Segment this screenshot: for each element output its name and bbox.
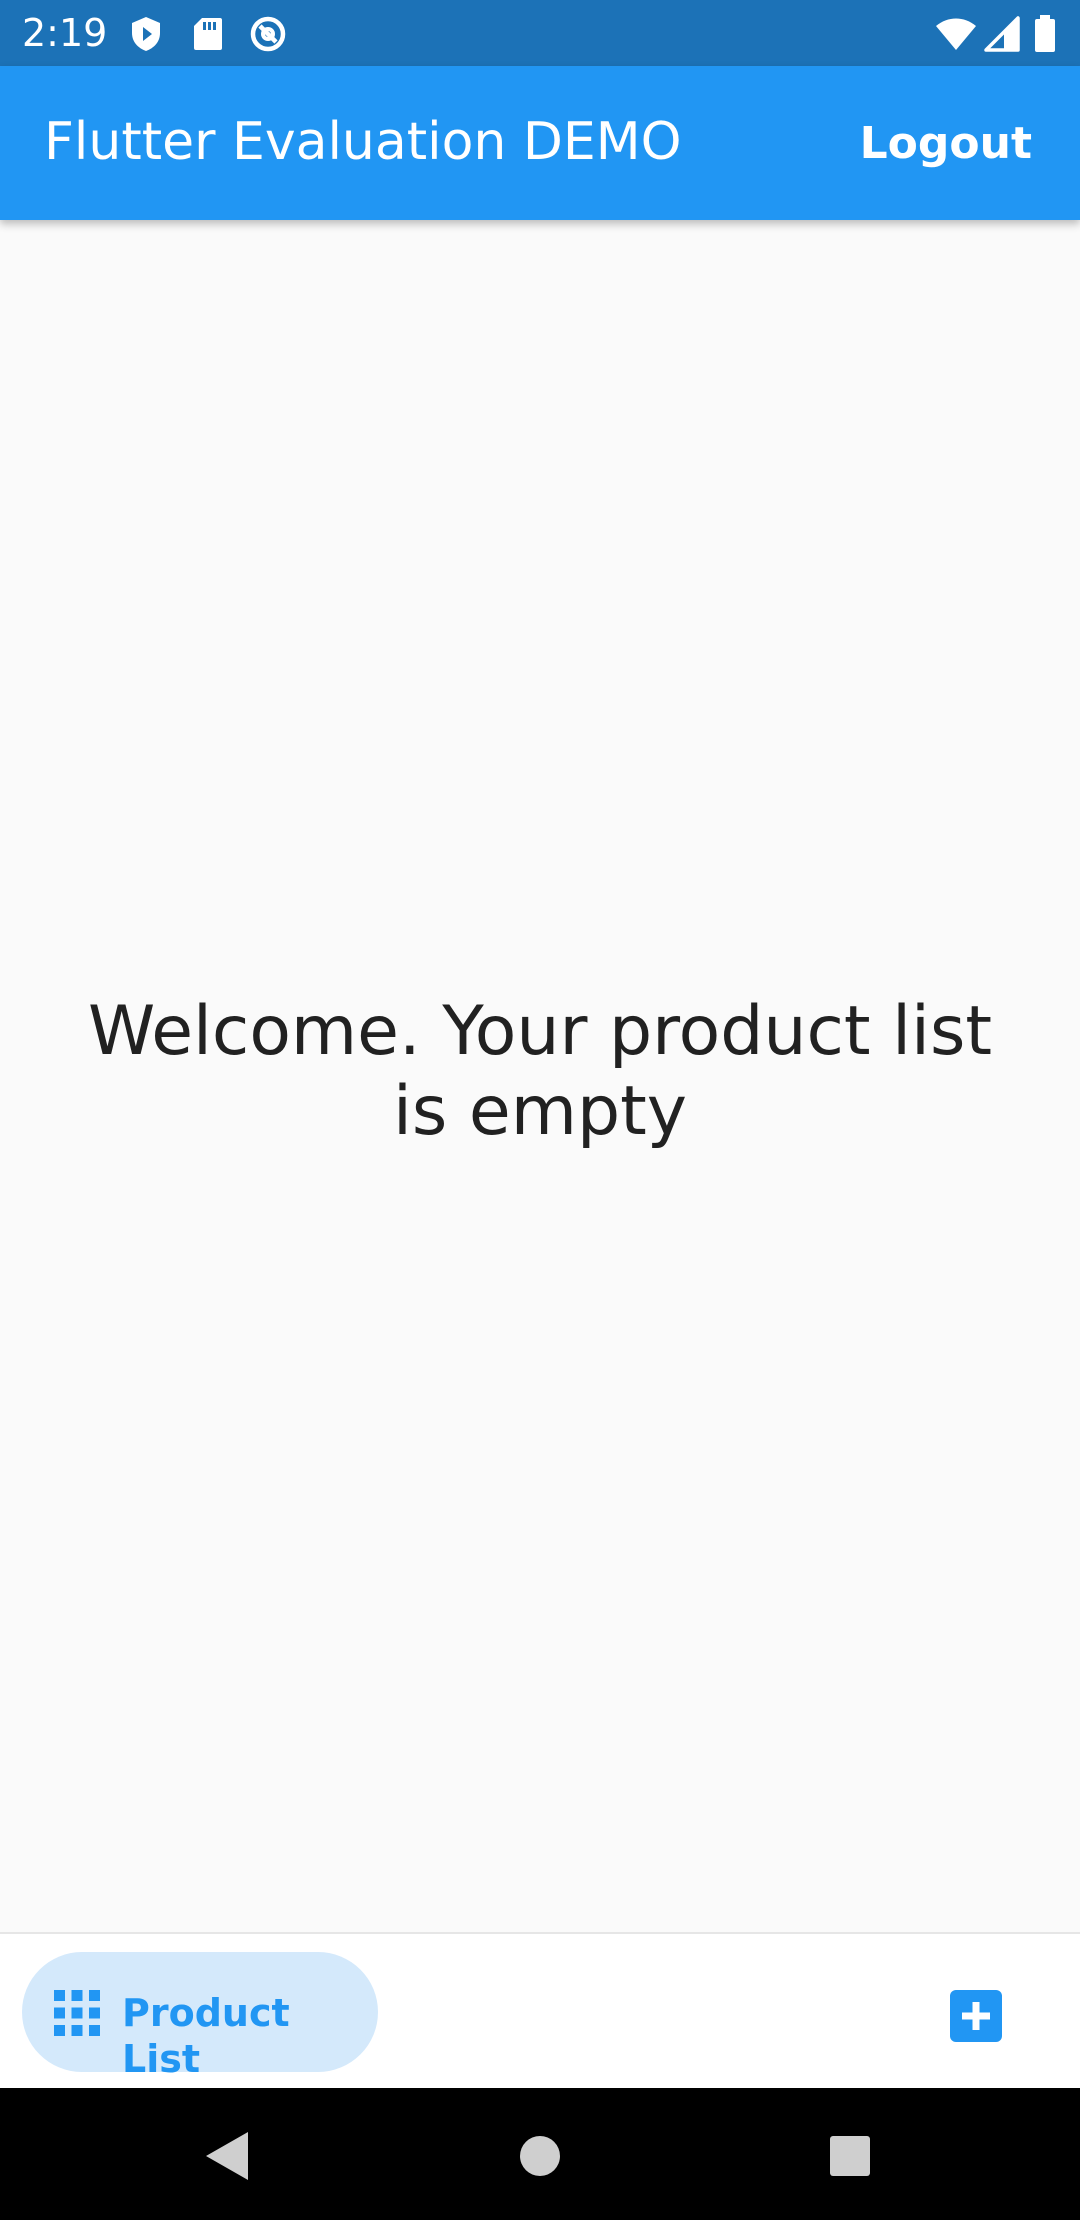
- grid-icon: [54, 1990, 100, 2036]
- back-icon[interactable]: [200, 2128, 256, 2184]
- battery-icon: [1030, 14, 1060, 54]
- at-sign-icon: [248, 14, 288, 54]
- status-time: 2:19: [22, 11, 108, 55]
- sd-card-icon: [188, 14, 228, 54]
- page-title: Flutter Evaluation DEMO: [44, 112, 682, 172]
- bottom-navigation-bar: Product List: [0, 1932, 1080, 2090]
- system-navigation-bar: [0, 2088, 1080, 2220]
- add-box-icon: [950, 1990, 1002, 2042]
- logout-button[interactable]: Logout: [860, 118, 1032, 170]
- status-bar: 2:19: [0, 0, 1080, 66]
- add-product-button[interactable]: [950, 1990, 1002, 2042]
- app-bar: Flutter Evaluation DEMO Logout: [0, 66, 1080, 220]
- home-icon[interactable]: [512, 2128, 568, 2184]
- signal-icon: [982, 14, 1022, 54]
- nav-item-label: Product List: [122, 1991, 290, 2081]
- nav-item-product-list[interactable]: Product List: [22, 1952, 378, 2081]
- main-content: Welcome. Your product list is empty: [0, 220, 1080, 1932]
- wifi-icon: [934, 14, 978, 54]
- recents-icon[interactable]: [822, 2128, 878, 2184]
- shield-play-icon: [126, 14, 166, 54]
- empty-state-message: Welcome. Your product list is empty: [87, 992, 993, 1151]
